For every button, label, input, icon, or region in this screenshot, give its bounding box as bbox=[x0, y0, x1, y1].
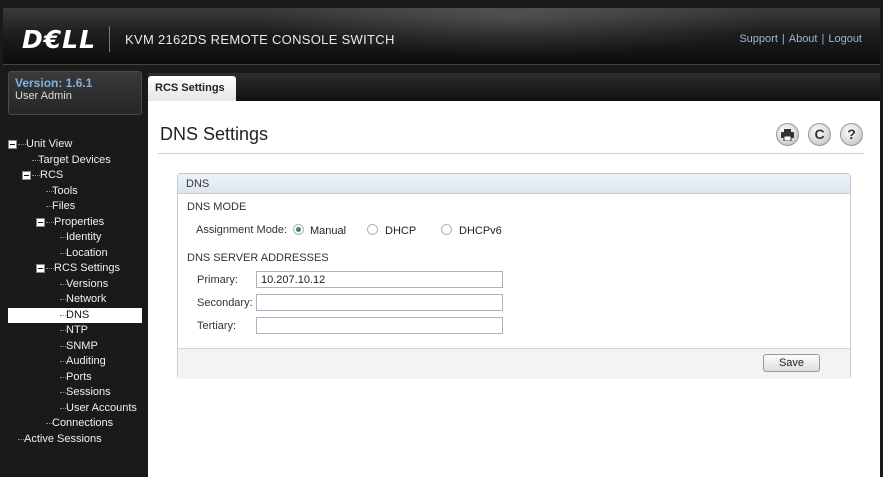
tab-bar: RCS Settings bbox=[148, 73, 880, 101]
dns-panel: DNS DNS MODE Assignment Mode: Manual DHC… bbox=[177, 173, 851, 379]
tree-item-user-accounts[interactable]: User Accounts bbox=[8, 401, 142, 417]
tree-item-ports[interactable]: Ports bbox=[8, 370, 142, 386]
tree-item-unit-view[interactable]: Unit View bbox=[8, 137, 142, 153]
tree-item-files[interactable]: Files bbox=[8, 199, 142, 215]
panel-header: DNS bbox=[178, 174, 850, 194]
secondary-label: Secondary: bbox=[197, 297, 253, 309]
tree-item-sessions[interactable]: Sessions bbox=[8, 385, 142, 401]
tree-connector bbox=[46, 221, 54, 223]
tree-item-versions[interactable]: Versions bbox=[8, 277, 142, 293]
tree-item-tools[interactable]: Tools bbox=[8, 184, 142, 200]
tree-item-label: Tools bbox=[52, 184, 78, 197]
help-button[interactable]: ? bbox=[840, 123, 863, 146]
tree-item-connections[interactable]: Connections bbox=[8, 416, 142, 432]
tree-item-label: Files bbox=[52, 200, 76, 212]
primary-dns-input[interactable] bbox=[256, 271, 503, 288]
tree-item-snmp[interactable]: SNMP bbox=[8, 339, 142, 355]
tree-item-label: Properties bbox=[54, 215, 105, 228]
user-label: User Admin bbox=[15, 90, 72, 102]
tree-item-active-sessions[interactable]: Active Sessions bbox=[8, 432, 142, 448]
tree-item-label: User Accounts bbox=[66, 401, 137, 414]
main-content: DNS Settings C ? DNS DNS MODE Assignment… bbox=[148, 101, 880, 477]
product-title: KVM 2162DS REMOTE CONSOLE SWITCH bbox=[125, 32, 395, 47]
collapse-toggle-icon[interactable] bbox=[8, 140, 17, 149]
navigation-tree: Unit View Target Devices RCS Tools Files Prop… bbox=[8, 137, 142, 447]
link-separator: | bbox=[821, 33, 825, 45]
logout-link[interactable]: Logout bbox=[828, 33, 862, 45]
radio-manual-label: Manual bbox=[310, 225, 347, 237]
radio-dhcpv6[interactable] bbox=[441, 224, 452, 235]
print-button[interactable] bbox=[776, 123, 799, 146]
tree-item-dns[interactable]: DNS bbox=[8, 307, 142, 323]
dns-servers-heading: DNS SERVER ADDRESSES bbox=[187, 252, 329, 264]
sidebar: Version: 1.6.1 User Admin Unit View Targe… bbox=[8, 71, 142, 477]
tree-item-label: Network bbox=[66, 293, 107, 305]
tree-item-label: Connections bbox=[52, 417, 114, 429]
tree-connector bbox=[18, 144, 26, 145]
version-label: Version: 1.6.1 bbox=[15, 76, 93, 90]
refresh-button[interactable]: C bbox=[808, 123, 831, 146]
tab-rcs-settings[interactable]: RCS Settings bbox=[148, 76, 236, 101]
radio-dhcp[interactable] bbox=[367, 224, 378, 235]
tree-item-rcs[interactable]: RCS bbox=[8, 168, 142, 184]
tree-item-label: Location bbox=[66, 246, 108, 259]
tree-item-label: RCS bbox=[40, 169, 64, 181]
tree-item-target-devices[interactable]: Target Devices bbox=[8, 153, 142, 169]
tree-item-label: DNS bbox=[66, 308, 90, 321]
refresh-icon: C bbox=[814, 126, 825, 142]
app-header: D€LL KVM 2162DS REMOTE CONSOLE SWITCH Su… bbox=[3, 8, 880, 65]
radio-dhcpv6-label: DHCPv6 bbox=[459, 225, 502, 237]
support-link[interactable]: Support bbox=[739, 33, 778, 45]
tree-item-label: Ports bbox=[66, 370, 92, 383]
tree-item-label: NTP bbox=[66, 324, 88, 336]
tree-item-auditing[interactable]: Auditing bbox=[8, 354, 142, 370]
collapse-toggle-icon[interactable] bbox=[36, 217, 45, 227]
save-button[interactable]: Save bbox=[763, 354, 820, 372]
page-title: DNS Settings bbox=[160, 124, 269, 144]
help-icon: ? bbox=[847, 126, 856, 142]
tree-item-network[interactable]: Network bbox=[8, 292, 142, 308]
tree-item-location[interactable]: Location bbox=[8, 246, 142, 262]
tree-item-label: Unit View bbox=[26, 138, 73, 150]
tree-item-ntp[interactable]: NTP bbox=[8, 323, 142, 339]
tree-item-label: Sessions bbox=[66, 386, 111, 398]
tree-item-label: SNMP bbox=[66, 339, 98, 352]
tree-connector bbox=[32, 175, 40, 176]
top-links: Support | About | Logout bbox=[739, 33, 862, 45]
tree-item-label: Auditing bbox=[66, 355, 106, 367]
tertiary-label: Tertiary: bbox=[197, 320, 237, 332]
panel-footer: Save bbox=[178, 348, 850, 379]
tree-item-properties[interactable]: Properties bbox=[8, 215, 142, 231]
version-box: Version: 1.6.1 User Admin bbox=[8, 71, 142, 115]
tree-item-identity[interactable]: Identity bbox=[8, 230, 142, 246]
tree-item-label: RCS Settings bbox=[54, 262, 121, 274]
printer-icon bbox=[781, 129, 794, 142]
link-separator: | bbox=[781, 33, 785, 45]
collapse-toggle-icon[interactable] bbox=[36, 264, 45, 273]
tree-item-label: Identity bbox=[66, 231, 102, 243]
title-divider bbox=[158, 153, 864, 154]
tree-item-rcs-settings[interactable]: RCS Settings bbox=[8, 261, 142, 277]
dell-logo: D€LL bbox=[22, 25, 97, 54]
dns-mode-heading: DNS MODE bbox=[187, 201, 247, 213]
collapse-toggle-icon[interactable] bbox=[22, 171, 31, 180]
tertiary-dns-input[interactable] bbox=[256, 317, 503, 334]
radio-dhcp-label: DHCP bbox=[385, 225, 417, 237]
tree-item-label: Target Devices bbox=[38, 153, 111, 166]
assignment-mode-label: Assignment Mode: bbox=[196, 224, 288, 236]
primary-label: Primary: bbox=[197, 274, 238, 286]
header-divider bbox=[109, 26, 110, 52]
about-link[interactable]: About bbox=[789, 33, 818, 45]
tree-item-label: Active Sessions bbox=[24, 432, 102, 445]
tree-item-label: Versions bbox=[66, 277, 109, 290]
radio-manual[interactable] bbox=[293, 224, 304, 235]
secondary-dns-input[interactable] bbox=[256, 294, 503, 311]
tree-connector bbox=[46, 268, 54, 269]
